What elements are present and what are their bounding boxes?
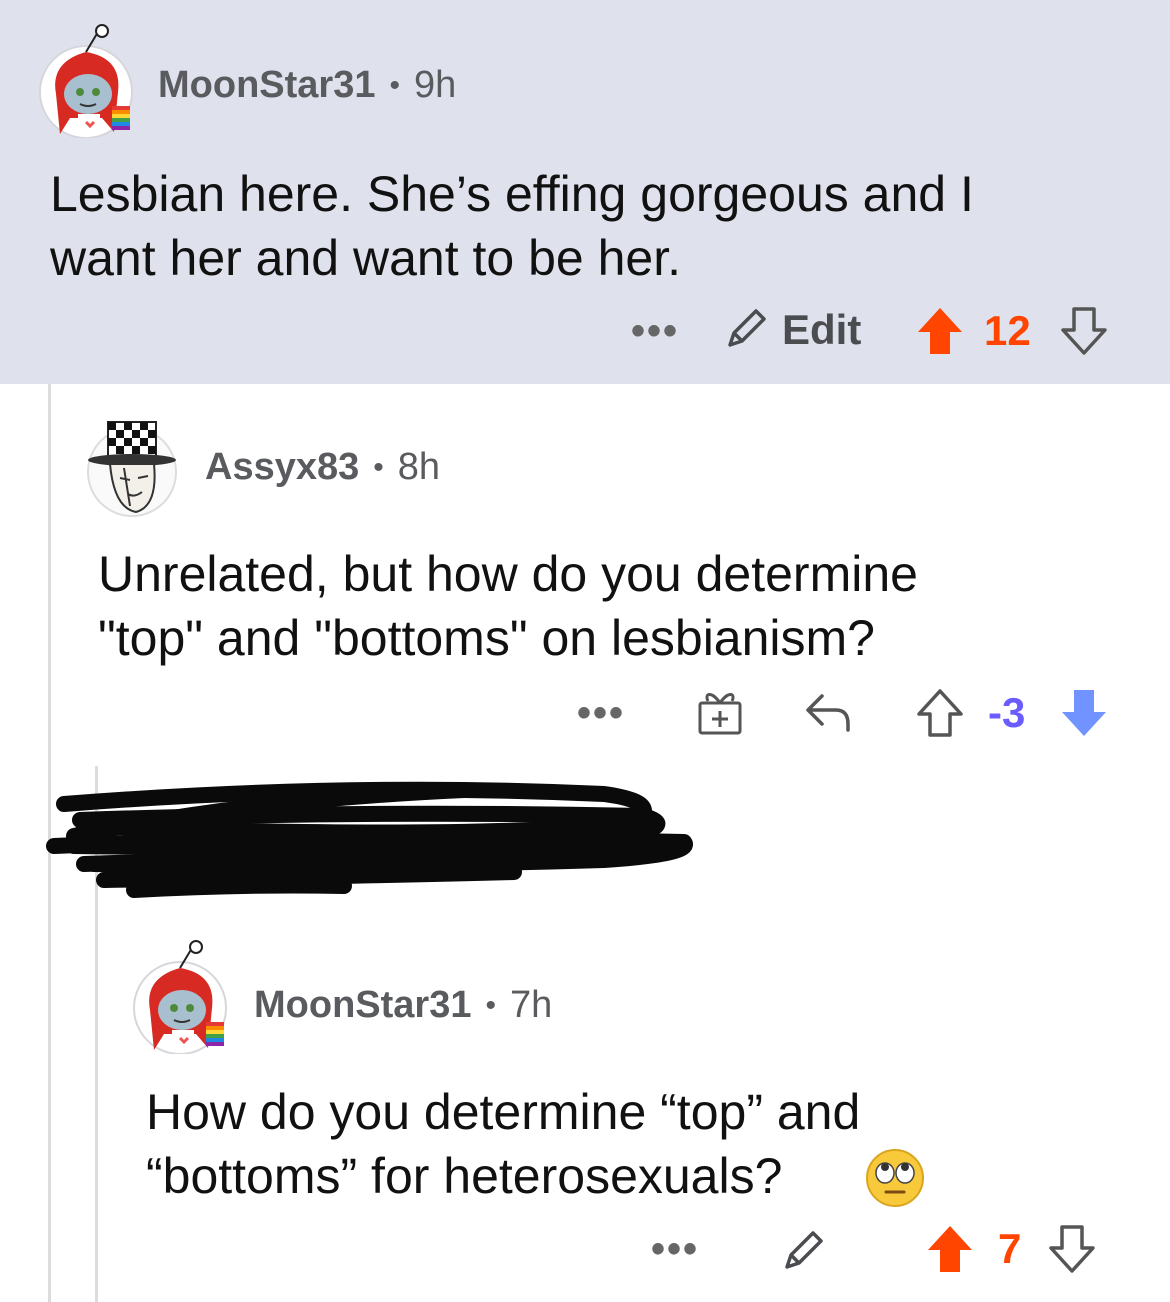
comment-meta: MoonStar31 • 7h: [254, 984, 552, 1027]
timestamp: 9h: [414, 64, 457, 106]
upvote-button[interactable]: [914, 686, 966, 740]
timestamp: 8h: [397, 446, 441, 488]
reply-arrow-icon: [806, 694, 850, 732]
separator-dot: •: [373, 450, 384, 484]
comment-meta: MoonStar31 • 9h: [158, 64, 456, 107]
avatar[interactable]: [84, 418, 180, 518]
downvote-button[interactable]: [1058, 304, 1110, 358]
comment-line: How do you determine “top” and: [146, 1084, 861, 1140]
downvote-button[interactable]: [1046, 1222, 1098, 1276]
avatar[interactable]: [36, 22, 136, 139]
edit-button[interactable]: Edit: [722, 300, 861, 360]
comment-line: Unrelated, but how do you determine: [98, 546, 918, 602]
more-options-button[interactable]: •••: [630, 311, 680, 351]
edit-label: Edit: [782, 306, 862, 353]
separator-dot: •: [389, 68, 400, 102]
downvote-arrow-icon: [1049, 1225, 1095, 1273]
eye-roll-emoji: [864, 1148, 926, 1208]
vote-score: 12: [984, 307, 1031, 354]
upvote-arrow-icon: [918, 308, 962, 354]
username[interactable]: Assyx83: [205, 446, 359, 489]
award-button[interactable]: [694, 684, 746, 740]
comment-body: Unrelated, but how do you determine "top…: [98, 542, 918, 670]
more-options-button[interactable]: •••: [576, 693, 626, 733]
comment-meta: Assyx83 • 8h: [205, 446, 440, 489]
username[interactable]: MoonStar31: [158, 64, 375, 107]
username[interactable]: MoonStar31: [254, 984, 471, 1027]
upvote-button[interactable]: [924, 1222, 976, 1276]
redacted-comment-header: Kitorarima • 8h: [44, 780, 704, 910]
downvote-button[interactable]: [1058, 686, 1110, 740]
scribble-redaction: [46, 781, 693, 898]
gift-icon: [698, 693, 742, 735]
pencil-icon: [785, 1231, 823, 1269]
more-options-button[interactable]: •••: [650, 1229, 700, 1269]
avatar[interactable]: [130, 938, 230, 1055]
downvote-arrow-icon: [1061, 307, 1107, 355]
comment-line: "top" and "bottoms" on lesbianism?: [98, 610, 875, 666]
comment-line: want her and want to be her.: [50, 230, 681, 286]
reply-button[interactable]: [802, 686, 854, 738]
comment-body: Lesbian here. She’s effing gorgeous and …: [50, 162, 974, 290]
separator-dot: •: [485, 988, 496, 1022]
timestamp: 7h: [510, 984, 553, 1026]
vote-score: -3: [988, 689, 1026, 736]
vote-score: 7: [998, 1225, 1022, 1272]
comment-line: Lesbian here. She’s effing gorgeous and …: [50, 166, 974, 222]
edit-button[interactable]: [776, 1222, 832, 1278]
downvote-arrow-icon: [1062, 690, 1106, 736]
pencil-icon: [722, 303, 772, 358]
upvote-button[interactable]: [914, 304, 966, 358]
upvote-arrow-icon: [917, 689, 963, 737]
upvote-arrow-icon: [928, 1226, 972, 1272]
comment-line: “bottoms” for heterosexuals?: [146, 1148, 783, 1204]
comment-body: How do you determine “top” and “bottoms”…: [146, 1080, 860, 1208]
